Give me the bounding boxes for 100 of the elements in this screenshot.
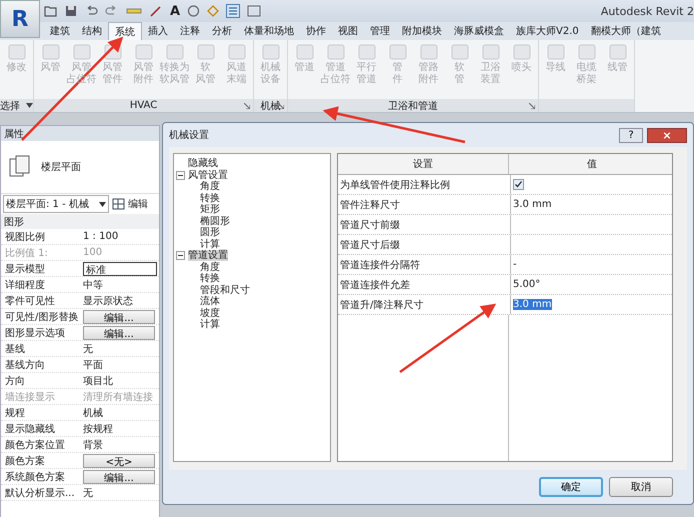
ribbon-tab[interactable]: 体量和场地 <box>238 22 300 40</box>
grid-icon[interactable] <box>226 4 240 18</box>
panel-title: 属性 <box>1 126 159 141</box>
tree-item[interactable]: 管道设置 <box>188 250 228 262</box>
ribbon-tab[interactable]: 翻模大师（建筑 <box>584 22 667 40</box>
view-selector[interactable]: 楼层平面: 1 - 机械 <box>3 195 109 213</box>
tool-icon <box>294 42 316 62</box>
tree-item[interactable]: 风管设置 <box>188 170 228 181</box>
tool-icon <box>260 42 282 62</box>
property-name: 墙连接显示 <box>4 390 56 404</box>
edit-type-icon[interactable] <box>112 198 125 210</box>
collapse-icon[interactable] <box>176 170 185 180</box>
property-field[interactable]: 标准 <box>83 262 157 276</box>
help-button[interactable]: ? <box>619 128 643 142</box>
dialog-title: 机械设置 <box>169 128 210 142</box>
property-name: 基线方向 <box>4 358 46 372</box>
property-value: 背景 <box>83 438 104 452</box>
ribbon-tab[interactable]: 分析 <box>206 22 238 40</box>
column-header: 值 <box>586 158 598 172</box>
text-tool[interactable]: A <box>170 4 180 18</box>
ribbon-tab[interactable]: 建筑 <box>44 22 76 40</box>
ribbon-tab[interactable]: 海豚威模盒 <box>448 22 510 40</box>
ribbon-tab[interactable]: 附加模块 <box>396 22 448 40</box>
tool-icon <box>132 42 154 62</box>
tool-icon <box>6 42 28 62</box>
tree-item[interactable]: 椭圆形 <box>200 216 230 227</box>
sphere-icon[interactable] <box>187 5 200 17</box>
dialog-launcher-icon[interactable] <box>278 102 284 108</box>
edit-button[interactable]: 编辑... <box>83 310 155 324</box>
application-menu-button[interactable]: R <box>0 0 40 38</box>
ribbon-tab[interactable]: 注释 <box>174 22 206 40</box>
property-name: 方向 <box>4 374 26 388</box>
property-value: 按规程 <box>83 422 114 436</box>
edit-button[interactable]: 编辑... <box>83 470 155 484</box>
ribbon-tab[interactable]: 系统 <box>108 22 142 40</box>
property-value: 机械 <box>83 406 104 420</box>
property-name: 图形显示选项 <box>4 326 66 340</box>
dropdown-caret-icon[interactable] <box>99 202 106 206</box>
close-button[interactable]: × <box>647 128 687 142</box>
edit-type-link[interactable]: 编辑 <box>128 197 148 211</box>
tree-item[interactable]: 计算 <box>200 319 220 330</box>
dialog-button[interactable]: 取消 <box>609 477 673 497</box>
property-name: 详细程度 <box>4 278 46 292</box>
window-icon[interactable] <box>247 5 262 17</box>
ribbon-tab[interactable]: 族库大师V2.0 <box>510 22 585 40</box>
tool-icon <box>226 42 248 62</box>
ribbon-tab[interactable]: 插入 <box>142 22 174 40</box>
edit-button[interactable]: 编辑... <box>83 326 155 340</box>
tree-item[interactable]: 转换 <box>200 273 220 284</box>
tool-icon <box>356 42 378 62</box>
tree-item[interactable]: 角度 <box>200 262 220 273</box>
save-icon[interactable] <box>65 5 77 17</box>
dialog-button[interactable]: 确定 <box>539 477 603 497</box>
setting-name: 管道尺寸前缀 <box>338 215 511 234</box>
pencil-icon[interactable] <box>149 5 163 17</box>
property-name: 显示隐藏线 <box>4 422 56 436</box>
tree-item[interactable]: 管段和尺寸 <box>200 284 250 296</box>
tree-item[interactable]: 角度 <box>200 181 220 192</box>
setting-value[interactable]: - <box>513 259 517 270</box>
tool-icon <box>40 42 62 62</box>
tool-icon <box>480 42 502 62</box>
setting-name: 为单线管件使用注释比例 <box>338 175 511 194</box>
window-title: Autodesk Revit 2 <box>600 4 694 18</box>
setting-name: 管道尺寸后缀 <box>338 235 511 254</box>
property-value: 100 <box>83 247 104 258</box>
tool-icon <box>418 42 440 62</box>
property-value: 无 <box>83 486 94 500</box>
property-name: 系统颜色方案 <box>4 470 66 484</box>
tool-icon <box>70 42 92 62</box>
edit-button[interactable]: <无> <box>83 454 155 468</box>
tree-item[interactable]: 计算 <box>200 238 220 250</box>
setting-value[interactable]: 3.0 mm <box>513 199 552 210</box>
checkbox[interactable] <box>513 179 524 190</box>
property-value: 显示原状态 <box>83 294 134 308</box>
tree-item[interactable]: 坡度 <box>200 308 220 319</box>
tool-icon <box>576 42 598 62</box>
tree-item[interactable]: 转换 <box>200 192 220 204</box>
tree-item[interactable]: 隐藏线 <box>188 158 218 170</box>
ribbon-tab[interactable]: 结构 <box>76 22 108 40</box>
tool-icon <box>448 42 470 62</box>
ribbon-tab[interactable]: 视图 <box>332 22 364 40</box>
ribbon-tab[interactable]: 管理 <box>364 22 396 40</box>
tool-icon <box>510 42 532 62</box>
property-value: 项目北 <box>83 374 114 388</box>
tree-item[interactable]: 圆形 <box>200 227 220 238</box>
panel-title: 机械 <box>260 100 280 112</box>
setting-value[interactable]: 5.00° <box>513 279 540 290</box>
column-header: 设置 <box>338 154 509 174</box>
ribbon-tab[interactable]: 协作 <box>300 22 332 40</box>
tool-icon <box>386 42 408 62</box>
collapse-icon[interactable] <box>176 251 185 260</box>
setting-name: 管道升/降注释尺寸 <box>338 295 511 314</box>
folder-icon[interactable] <box>44 5 58 17</box>
tree-item[interactable]: 矩形 <box>200 204 220 216</box>
setting-name: 管道连接件允差 <box>338 275 511 294</box>
property-name: 基线 <box>4 342 26 356</box>
setting-value[interactable]: 3.0 mm <box>513 299 552 310</box>
dropdown-caret-icon[interactable] <box>26 103 33 108</box>
property-name: 可见性/图形替换 <box>4 310 80 324</box>
tree-item[interactable]: 流体 <box>200 296 220 308</box>
